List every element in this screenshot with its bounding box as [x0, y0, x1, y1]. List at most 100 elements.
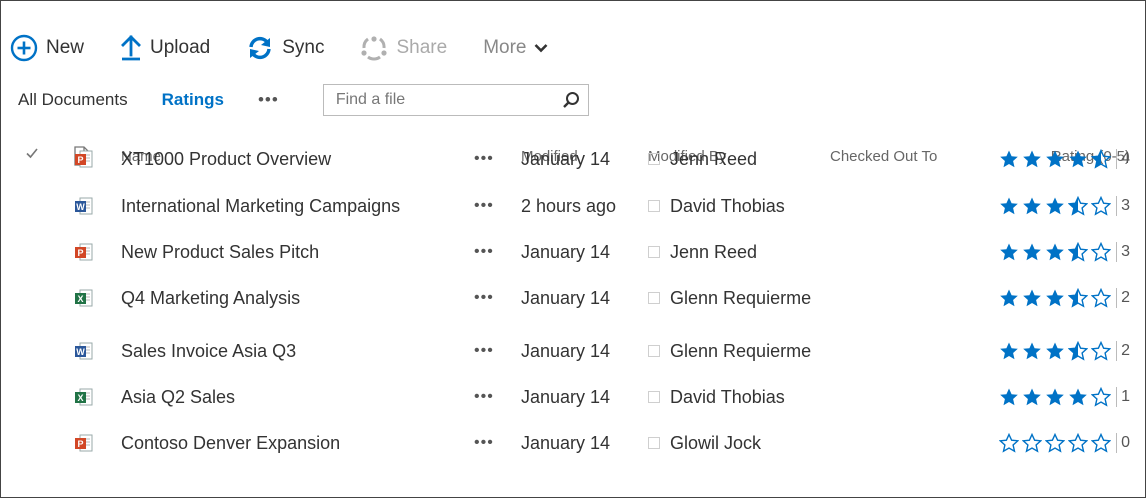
modified-by-name[interactable]: Jenn Reed	[670, 149, 757, 170]
modified-date: January 14	[521, 432, 611, 453]
sync-icon	[246, 35, 274, 61]
search-icon[interactable]	[562, 91, 580, 109]
new-label: New	[46, 37, 85, 58]
table-row[interactable]: W Sales Invoice Asia Q3 ••• January 14 Glenn…	[0, 328, 1148, 374]
star-icon[interactable]	[1067, 340, 1091, 361]
rating-control[interactable]: 3	[999, 229, 1130, 275]
file-name-link[interactable]: International Marketing Campaigns	[121, 183, 400, 229]
star-icon[interactable]	[1090, 386, 1114, 407]
rating-control[interactable]: 3	[999, 183, 1130, 229]
share-button[interactable]: Share	[360, 35, 447, 61]
star-icon[interactable]	[1045, 242, 1068, 262]
star-icon[interactable]	[1045, 288, 1068, 308]
table-row[interactable]: X Q4 Marketing Analysis ••• January 14 Glenn…	[0, 275, 1148, 321]
rating-control[interactable]: 2	[999, 275, 1130, 321]
presence-indicator-icon	[648, 200, 660, 212]
rating-control[interactable]: 0	[998, 420, 1130, 466]
star-icon[interactable]	[1045, 387, 1068, 407]
star-icon[interactable]	[1022, 387, 1045, 407]
modified-date: January 14	[521, 287, 611, 308]
upload-button[interactable]: Upload	[120, 35, 210, 61]
star-icon[interactable]	[1090, 241, 1114, 262]
modified-by-name[interactable]: David Thobias	[670, 196, 785, 217]
more-views-button[interactable]: •••	[258, 90, 279, 110]
star-icon[interactable]	[1044, 432, 1068, 453]
modified-by-name[interactable]: Glenn Requierme	[670, 341, 811, 362]
star-icon[interactable]	[1045, 196, 1068, 216]
rating-control[interactable]: 1	[999, 374, 1130, 420]
word-file-icon: W	[74, 183, 94, 229]
presence-indicator-icon	[648, 391, 660, 403]
file-name-link[interactable]: Contoso Denver Expansion	[121, 420, 340, 466]
file-name-link[interactable]: Asia Q2 Sales	[121, 374, 235, 420]
star-icon[interactable]	[1067, 241, 1091, 262]
view-ratings[interactable]: Ratings	[162, 90, 224, 110]
star-icon[interactable]	[999, 387, 1022, 407]
row-ellipsis-menu-icon[interactable]: •••	[474, 183, 494, 229]
star-icon[interactable]	[999, 242, 1022, 262]
file-name-link[interactable]: Q4 Marketing Analysis	[121, 275, 300, 321]
star-icon[interactable]	[1045, 149, 1068, 169]
command-bar: New Upload Sync Share More	[10, 28, 584, 68]
view-all-documents[interactable]: All Documents	[18, 90, 128, 110]
table-row[interactable]: X Asia Q2 Sales ••• January 14 David Thobias…	[0, 374, 1148, 420]
modified-by-name[interactable]: Jenn Reed	[670, 242, 757, 263]
row-ellipsis-menu-icon[interactable]: •••	[474, 136, 494, 182]
svg-text:W: W	[76, 202, 85, 212]
modified-by-name[interactable]: Glowil Jock	[670, 433, 761, 454]
star-icon[interactable]	[1022, 196, 1045, 216]
search-input[interactable]	[333, 90, 538, 110]
file-name-link[interactable]: XT1000 Product Overview	[121, 136, 331, 182]
rating-count: 2	[1121, 289, 1130, 306]
row-ellipsis-menu-icon[interactable]: •••	[474, 420, 494, 466]
presence-indicator-icon	[648, 153, 660, 165]
star-icon[interactable]	[999, 288, 1022, 308]
star-icon[interactable]	[1067, 195, 1091, 216]
star-icon[interactable]	[1067, 432, 1091, 453]
table-row[interactable]: P Contoso Denver Expansion ••• January 14 Gl…	[0, 420, 1148, 466]
modified-date: January 14	[521, 340, 611, 361]
excel-file-icon: X	[74, 374, 94, 420]
rating-count: 3	[1121, 243, 1130, 260]
table-row[interactable]: P XT1000 Product Overview ••• January 14 Jen…	[0, 136, 1148, 182]
rating-control[interactable]: 4	[999, 136, 1130, 182]
star-icon[interactable]	[1090, 148, 1114, 169]
more-button[interactable]: More	[483, 37, 548, 59]
star-icon[interactable]	[1068, 387, 1091, 407]
star-icon[interactable]	[999, 149, 1022, 169]
star-icon[interactable]	[1022, 242, 1045, 262]
modified-date: 2 hours ago	[521, 195, 617, 216]
star-icon[interactable]	[1090, 432, 1114, 453]
star-icon[interactable]	[1090, 195, 1114, 216]
svg-text:X: X	[77, 393, 83, 403]
rating-control[interactable]: 2	[999, 328, 1130, 374]
file-name-link[interactable]: Sales Invoice Asia Q3	[121, 328, 296, 374]
row-ellipsis-menu-icon[interactable]: •••	[474, 328, 494, 374]
star-icon[interactable]	[1090, 287, 1114, 308]
new-button[interactable]: New	[10, 34, 84, 62]
star-icon[interactable]	[1045, 341, 1068, 361]
star-icon[interactable]	[1022, 149, 1045, 169]
row-ellipsis-menu-icon[interactable]: •••	[474, 229, 494, 275]
modified-by-name[interactable]: Glenn Requierme	[670, 288, 811, 309]
file-name-link[interactable]: New Product Sales Pitch	[121, 229, 319, 275]
star-icon[interactable]	[1068, 149, 1091, 169]
table-row[interactable]: W International Marketing Campaigns ••• 2 h…	[0, 183, 1148, 229]
star-icon[interactable]	[1022, 341, 1045, 361]
star-icon[interactable]	[999, 341, 1022, 361]
row-ellipsis-menu-icon[interactable]: •••	[474, 275, 494, 321]
table-row[interactable]: P New Product Sales Pitch ••• January 14 Jen…	[0, 229, 1148, 275]
modified-by-cell: Glenn Requierme	[648, 275, 811, 321]
row-ellipsis-menu-icon[interactable]: •••	[474, 374, 494, 420]
star-icon[interactable]	[999, 196, 1022, 216]
upload-label: Upload	[150, 37, 211, 58]
star-icon[interactable]	[1021, 432, 1045, 453]
sync-button[interactable]: Sync	[246, 35, 324, 61]
star-icon[interactable]	[998, 432, 1022, 453]
star-icon[interactable]	[1067, 287, 1091, 308]
modified-by-cell: David Thobias	[648, 374, 785, 420]
star-icon[interactable]	[1090, 340, 1114, 361]
star-icon[interactable]	[1022, 288, 1045, 308]
modified-by-name[interactable]: David Thobias	[670, 387, 785, 408]
rating-divider	[1116, 196, 1118, 216]
